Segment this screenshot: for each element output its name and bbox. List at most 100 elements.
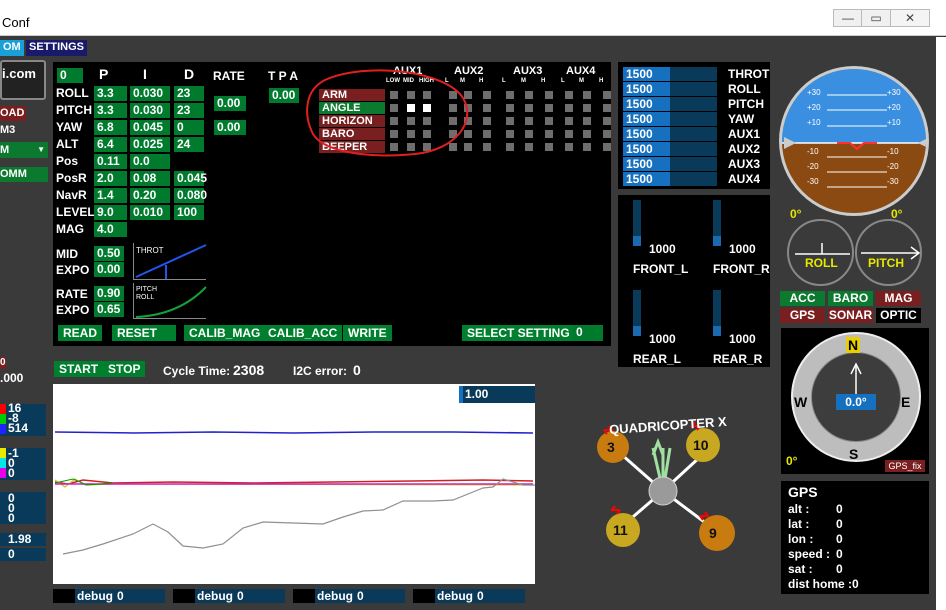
pid-d-field[interactable]: 23 [174, 103, 204, 118]
pid-d-field[interactable]: 0.045 [174, 171, 207, 186]
expo-field[interactable]: 0.00 [94, 262, 124, 277]
aux-checkbox[interactable] [483, 130, 491, 138]
aux-checkbox[interactable] [483, 104, 491, 112]
rate-rollpitch-field[interactable]: 0.00 [214, 96, 246, 111]
rate-yaw-field[interactable]: 0.00 [214, 120, 246, 135]
load-label[interactable]: OAD [0, 106, 26, 121]
mid-field[interactable]: 0.50 [94, 246, 124, 261]
aux-checkbox[interactable] [506, 104, 514, 112]
pid-p-field[interactable]: 4.0 [94, 222, 127, 237]
aux-checkbox[interactable] [483, 117, 491, 125]
aux-checkbox[interactable] [506, 91, 514, 99]
pid-i-field[interactable]: 0.045 [130, 120, 170, 135]
aux-checkbox[interactable] [545, 104, 553, 112]
pid-d-field[interactable]: 24 [174, 137, 204, 152]
aux-checkbox[interactable] [506, 130, 514, 138]
comm-button[interactable]: OMM [0, 167, 48, 182]
aux-checkbox[interactable] [525, 143, 533, 151]
port-select[interactable]: M ▼ [0, 142, 48, 158]
select-setting-button[interactable]: SELECT SETTING [462, 325, 575, 341]
setting-field[interactable]: 0 [573, 325, 603, 341]
cycle-time-value: 2308 [233, 362, 265, 378]
aux-checkbox[interactable] [545, 91, 553, 99]
aux-checkbox[interactable] [545, 130, 553, 138]
pid-p-field[interactable]: 0.11 [94, 154, 127, 169]
pid-p-field[interactable]: 6.8 [94, 120, 127, 135]
pid-row-label: ALT [56, 137, 79, 151]
aux-checkbox[interactable] [603, 130, 611, 138]
col-i-header: I [143, 66, 147, 82]
pid-p-field[interactable]: 1.4 [94, 188, 127, 203]
pid-i-field[interactable]: 0.20 [130, 188, 170, 203]
aux-checkbox[interactable] [545, 117, 553, 125]
pid-i-field[interactable]: 0.030 [130, 86, 170, 101]
stop-button[interactable]: STOP [103, 361, 146, 377]
pid-p-field[interactable]: 2.0 [94, 171, 127, 186]
pid-d-field[interactable]: 0.080 [174, 188, 207, 203]
pid-i-field[interactable]: 0.010 [130, 205, 170, 220]
aux-checkbox[interactable] [565, 117, 573, 125]
pid-d-field[interactable]: 23 [174, 86, 204, 101]
rc-bar-fill: 1500 [623, 172, 670, 186]
aux-checkbox[interactable] [603, 117, 611, 125]
aux-checkbox[interactable] [583, 130, 591, 138]
sensor-sonar-indicator: SONAR [828, 308, 873, 323]
debug-label: debug [197, 589, 233, 603]
calib-acc-button[interactable]: CALIB_ACC [263, 325, 343, 341]
port-select-label: M [0, 144, 10, 156]
start-button[interactable]: START [54, 361, 104, 377]
aux-checkbox[interactable] [583, 91, 591, 99]
menu-com[interactable]: OM [0, 40, 24, 56]
aux-checkbox[interactable] [583, 104, 591, 112]
throt-curve-label: THROT [136, 246, 164, 255]
aux-checkbox[interactable] [525, 130, 533, 138]
reset-button[interactable]: RESET [112, 325, 176, 341]
rate2-field[interactable]: 0.90 [94, 286, 124, 301]
calib-mag-button[interactable]: CALIB_MAG [184, 325, 266, 341]
graph-scale-box[interactable]: 1.00 [459, 386, 535, 403]
aux-checkbox[interactable] [565, 130, 573, 138]
pid-p-field[interactable]: 9.0 [94, 205, 127, 220]
pid-p-field[interactable]: 6.4 [94, 137, 127, 152]
aux-checkbox[interactable] [483, 143, 491, 151]
pid-d-field[interactable]: 100 [174, 205, 204, 220]
expo2-field[interactable]: 0.65 [94, 302, 124, 317]
aux-checkbox[interactable] [483, 91, 491, 99]
menu-settings[interactable]: SETTINGS [26, 40, 88, 56]
aux-checkbox[interactable] [545, 143, 553, 151]
pid-d-field[interactable]: 0 [174, 120, 204, 135]
pid-row-label: MAG [56, 222, 84, 236]
pid-i-field[interactable]: 0.025 [130, 137, 170, 152]
pid-i-field[interactable]: 0.08 [130, 171, 170, 186]
aux-checkbox[interactable] [603, 91, 611, 99]
aux-checkbox[interactable] [506, 143, 514, 151]
aux-checkbox[interactable] [525, 104, 533, 112]
artificial-horizon [779, 66, 929, 216]
write-button[interactable]: WRITE [343, 325, 392, 341]
rc-label-aux4: AUX4 [728, 172, 761, 186]
aux-checkbox[interactable] [506, 117, 514, 125]
pid-i-field[interactable]: 0.0 [130, 154, 170, 169]
col-rate-header: RATE [213, 69, 245, 83]
pid-i-field[interactable]: 0.030 [130, 103, 170, 118]
left-mag-panel [0, 492, 46, 524]
aux-checkbox[interactable] [603, 104, 611, 112]
pid-row-label: PITCH [56, 103, 92, 117]
read-button[interactable]: READ [58, 325, 103, 341]
tpa-field[interactable]: 0.00 [269, 88, 299, 103]
maximize-button[interactable]: ▭ [861, 9, 891, 27]
aux-checkbox[interactable] [583, 143, 591, 151]
aux-checkbox[interactable] [565, 143, 573, 151]
debug-value: 0 [477, 589, 484, 603]
close-button[interactable]: ✕ [890, 9, 930, 27]
aux-checkbox[interactable] [565, 91, 573, 99]
aux-checkbox[interactable] [603, 143, 611, 151]
minimize-button[interactable]: — [833, 9, 863, 27]
aux-checkbox[interactable] [525, 91, 533, 99]
pid-p-field[interactable]: 3.3 [94, 86, 127, 101]
aux-checkbox[interactable] [565, 104, 573, 112]
aux-checkbox[interactable] [525, 117, 533, 125]
aux-checkbox[interactable] [583, 117, 591, 125]
pid-p-field[interactable]: 3.3 [94, 103, 127, 118]
horizon-tick-left: +10 [807, 118, 821, 127]
